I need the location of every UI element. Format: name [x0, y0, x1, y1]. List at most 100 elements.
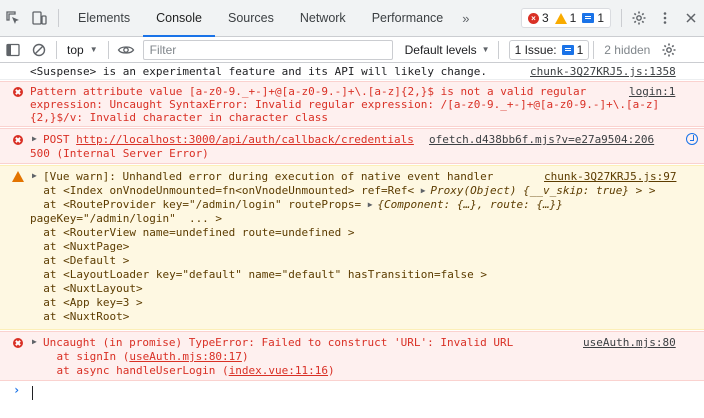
info-icon: [582, 13, 595, 23]
tab-label: Performance: [371, 11, 444, 25]
source-link[interactable]: ofetch.d438bb6f.mjs?v=e27a9504:206: [429, 133, 654, 146]
log-levels-dropdown[interactable]: Default levels ▼: [401, 43, 494, 57]
stack-text: at <Index onVnodeUnmounted=fn<onVnodeUnm…: [30, 184, 421, 197]
toolbar-divider: [497, 40, 499, 59]
hidden-messages-count: 2 hidden: [604, 42, 651, 57]
inspect-element-icon[interactable]: [0, 0, 26, 36]
toolbar-divider: [58, 9, 59, 27]
status-text: 500 (Internal Server Error): [30, 147, 209, 160]
gear-icon: [662, 43, 676, 56]
tab-console[interactable]: Console: [143, 0, 215, 37]
expand-arrow-icon[interactable]: ▶: [368, 200, 378, 209]
warning-counter[interactable]: 1: [552, 11, 580, 25]
dropdown-arrow-icon: ▼: [89, 45, 98, 54]
stack-text: at <NuxtRoot>: [30, 310, 130, 323]
more-tabs-icon: »: [462, 10, 470, 26]
stack-text: ): [241, 350, 249, 363]
issue-counters[interactable]: × 3 1 1: [520, 8, 611, 28]
stack-text: at <LayoutLoader key="default" name="def…: [30, 268, 487, 281]
filter-input[interactable]: Filter: [142, 39, 393, 60]
console-message-warning: ▶ [Vue warn]: Unhandled error during exe…: [0, 165, 704, 330]
tab-label: Elements: [78, 11, 131, 25]
clear-icon: [32, 43, 46, 56]
stack-text: pageKey="/admin/login" ... >: [30, 212, 223, 225]
console-settings-button[interactable]: [656, 37, 682, 63]
warning-count: 1: [569, 11, 577, 25]
eye-icon: [117, 45, 134, 54]
stack-text: at <RouteProvider key="/admin/login" rou…: [30, 198, 368, 211]
issues-button[interactable]: 1 Issue: 1: [508, 39, 590, 60]
tab-label: Network: [299, 11, 346, 25]
vertical-dots-icon: [663, 12, 667, 24]
stack-line: at signIn (useAuth.mjs:80:17): [30, 350, 249, 363]
error-icon: ×: [527, 12, 539, 24]
source-link[interactable]: useAuth.mjs:80: [583, 336, 676, 349]
message-text: {2,}$/v: Invalid character in character …: [30, 111, 329, 124]
dropdown-arrow-icon: ▼: [481, 45, 490, 54]
expand-arrow-icon[interactable]: ▶: [32, 134, 37, 143]
stack-line: at <Index onVnodeUnmounted=fn<onVnodeUnm…: [30, 184, 655, 197]
error-count: 3: [541, 11, 549, 25]
levels-label: Default levels: [404, 42, 477, 57]
warning-icon: [12, 171, 24, 182]
tab-sources[interactable]: Sources: [215, 0, 287, 36]
network-panel-icon[interactable]: [686, 133, 698, 145]
expand-arrow-icon[interactable]: ▶: [421, 186, 431, 195]
console-messages: <Suspense> is an experimental feature an…: [0, 63, 704, 418]
proxy-object[interactable]: Proxy(Object) {__v_skip: true} > >: [430, 184, 655, 197]
close-icon: [686, 13, 696, 23]
stack-text: at <App key=3 >: [30, 296, 143, 309]
tab-network[interactable]: Network: [287, 0, 359, 36]
stack-link[interactable]: index.vue:11:16: [229, 364, 328, 377]
message-text: Pattern attribute value [a-z0-9._+-]+@[a…: [30, 85, 587, 98]
network-request-line: POST http://localhost:3000/api/auth/call…: [43, 133, 414, 146]
live-expression-button[interactable]: [113, 37, 139, 63]
tab-label: Console: [156, 11, 202, 25]
more-tabs-button[interactable]: »: [456, 0, 475, 36]
expand-arrow-icon[interactable]: ▶: [32, 171, 37, 180]
stack-text: at signIn (: [30, 350, 130, 363]
stack-text: at <RouterView name=undefined route=unde…: [30, 226, 355, 239]
clear-console-button[interactable]: [26, 37, 52, 63]
console-message-network-error: ▶ POST http://localhost:3000/api/auth/ca…: [0, 128, 704, 164]
expand-arrow-icon[interactable]: ▶: [32, 337, 37, 346]
device-toolbar-icon[interactable]: [26, 0, 52, 36]
settings-button[interactable]: [626, 5, 652, 31]
error-counter[interactable]: × 3: [525, 11, 552, 25]
context-selector[interactable]: top ▼: [61, 43, 104, 57]
stack-text: at async handleUserLogin (: [30, 364, 229, 377]
tab-performance[interactable]: Performance: [359, 0, 457, 36]
devtools-tabbar: Elements Console Sources Network Perform…: [0, 0, 704, 37]
stack-line: at <RouteProvider key="/admin/login" rou…: [30, 198, 563, 211]
filter-placeholder: Filter: [149, 42, 177, 57]
tab-elements[interactable]: Elements: [65, 0, 143, 36]
stack-line: at async handleUserLogin (index.vue:11:1…: [30, 364, 335, 377]
toolbar-divider: [56, 40, 57, 59]
request-url[interactable]: http://localhost:3000/api/auth/callback/…: [76, 133, 414, 146]
source-link[interactable]: login:1: [629, 85, 675, 98]
info-icon: [561, 44, 574, 55]
close-devtools-button[interactable]: [678, 5, 704, 31]
error-icon: [13, 135, 23, 145]
source-link[interactable]: chunk-3Q27KRJ5.js:97: [544, 170, 676, 183]
request-method: POST: [43, 133, 70, 146]
console-input[interactable]: [32, 386, 33, 400]
console-message-error: Pattern attribute value [a-z0-9._+-]+@[a…: [0, 81, 704, 127]
tab-label: Sources: [227, 11, 274, 25]
console-message-error: ▶ Uncaught (in promise) TypeError: Faile…: [0, 331, 704, 381]
console-message-log: <Suspense> is an experimental feature an…: [0, 63, 704, 80]
stack-text: ): [328, 364, 335, 377]
warning-icon: [554, 12, 567, 24]
console-prompt-icon: ›: [13, 383, 21, 397]
gear-icon: [632, 11, 646, 25]
more-options-button[interactable]: [652, 5, 678, 31]
stack-link[interactable]: useAuth.mjs:80:17: [129, 350, 242, 363]
stack-text: at <NuxtPage>: [30, 240, 130, 253]
sidebar-toggle-button[interactable]: [0, 37, 26, 63]
source-link[interactable]: chunk-3Q27KRJ5.js:1358: [530, 65, 676, 78]
console-toolbar: top ▼ Filter Default levels ▼ 1 Issue: 1 2 …: [0, 37, 704, 63]
props-object[interactable]: {Component: {…}, route: {…}}: [377, 198, 562, 211]
info-counter[interactable]: 1: [579, 11, 607, 25]
stack-text: at <NuxtLayout>: [30, 282, 143, 295]
sidebar-icon: [6, 43, 20, 56]
